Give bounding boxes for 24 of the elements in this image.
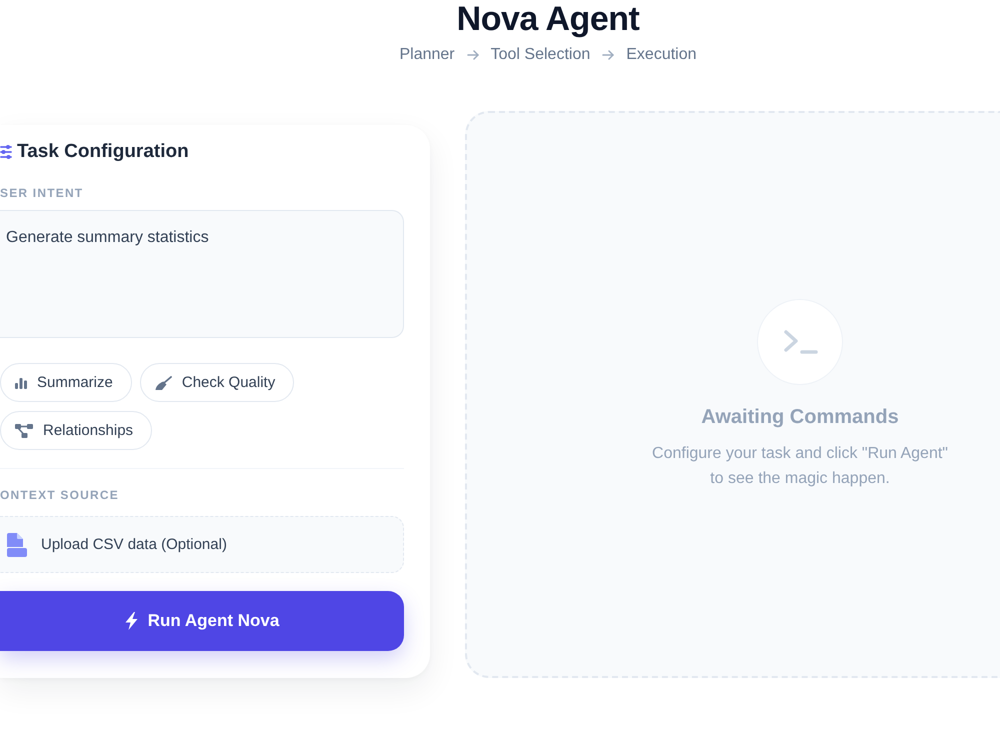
quick-action-chip[interactable]: Summarize: [0, 363, 132, 402]
pipeline-step: Planner: [399, 46, 455, 64]
empty-state-title: Awaiting Commands: [701, 404, 899, 428]
bar-chart-icon: [15, 376, 27, 388]
sliders-icon: [0, 145, 12, 159]
terminal-icon: [757, 298, 843, 384]
field-label: SER INTENT: [0, 185, 84, 201]
panel-title: Task Configuration: [17, 141, 189, 163]
diagram-icon: [15, 424, 33, 438]
intent-input[interactable]: Generate summary statistics: [0, 210, 404, 338]
arrow-icon: [466, 50, 479, 60]
pipeline-step: Execution: [626, 46, 697, 64]
bolt-icon: [124, 612, 138, 630]
field-label: ONTEXT SOURCE: [0, 487, 119, 503]
pipeline-step: Tool Selection: [490, 46, 590, 64]
broom-icon: [154, 376, 172, 390]
quick-action-chip[interactable]: Relationships: [0, 411, 152, 450]
app-title: Nova Agent: [456, 0, 640, 38]
file-icon: [6, 532, 27, 556]
upload-dropzone[interactable]: Upload CSV data (Optional): [0, 516, 404, 573]
arrow-icon: [602, 50, 614, 60]
quick-action-chip[interactable]: Check Quality: [140, 363, 294, 402]
run-button[interactable]: Run Agent Nova: [0, 591, 404, 651]
empty-state-message: Configure your task and click "Run Agent" to see the magic happen.: [651, 444, 949, 488]
